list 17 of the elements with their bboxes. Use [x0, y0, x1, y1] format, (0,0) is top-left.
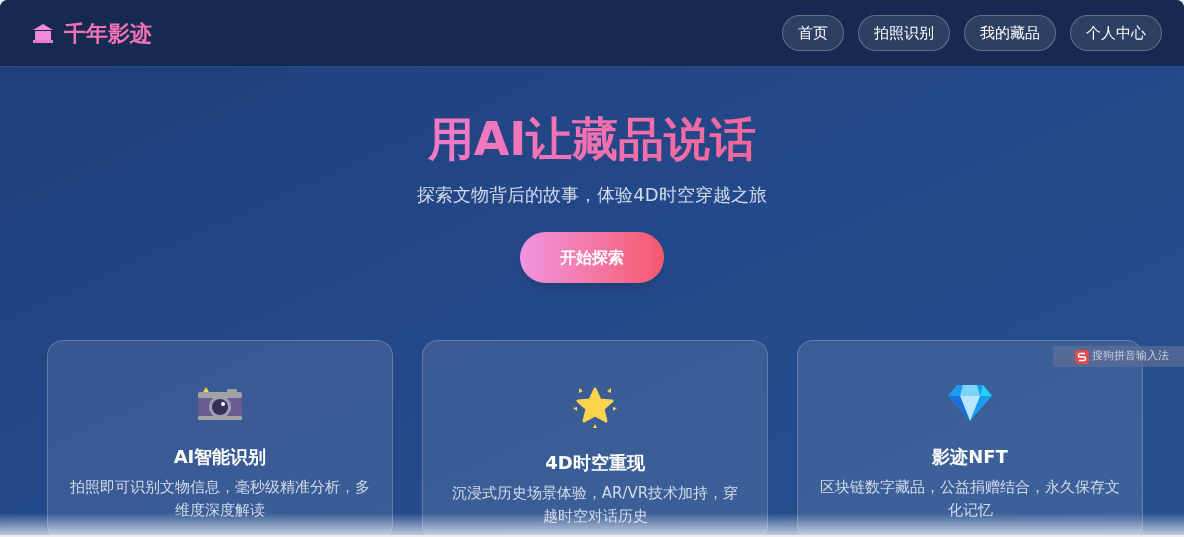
diamond-icon [947, 383, 993, 423]
nav-link[interactable]: 拍照识别 [858, 15, 950, 51]
card-title: 影迹NFT [932, 445, 1008, 469]
card-description: 区块链数字藏品，公益捐赠结合，永久保存文化记忆 [820, 477, 1120, 521]
museum-icon [32, 22, 54, 44]
ime-label: 搜狗拼音输入法 [1092, 348, 1169, 365]
site-logo[interactable]: 千年影迹 [64, 16, 152, 50]
card-description: 沉浸式历史场景体验，AR/VR技术加持，穿越时空对话历史 [450, 483, 740, 527]
ime-toolbar[interactable]: 搜狗拼音输入法 [1053, 346, 1184, 367]
nav-link[interactable]: 首页 [782, 15, 844, 51]
card-description: 拍照即可识别文物信息，毫秒级精准分析，多维度深度解读 [70, 477, 370, 521]
nav-link[interactable]: 个人中心 [1070, 15, 1162, 51]
card-title: AI智能识别 [173, 445, 267, 469]
card-title: 4D时空重现 [545, 451, 645, 475]
hero-subtitle: 探索文物背后的故事，体验4D时空穿越之旅 [417, 183, 767, 207]
ime-logo-icon [1075, 349, 1089, 364]
nav-link[interactable]: 我的藏品 [964, 15, 1056, 51]
